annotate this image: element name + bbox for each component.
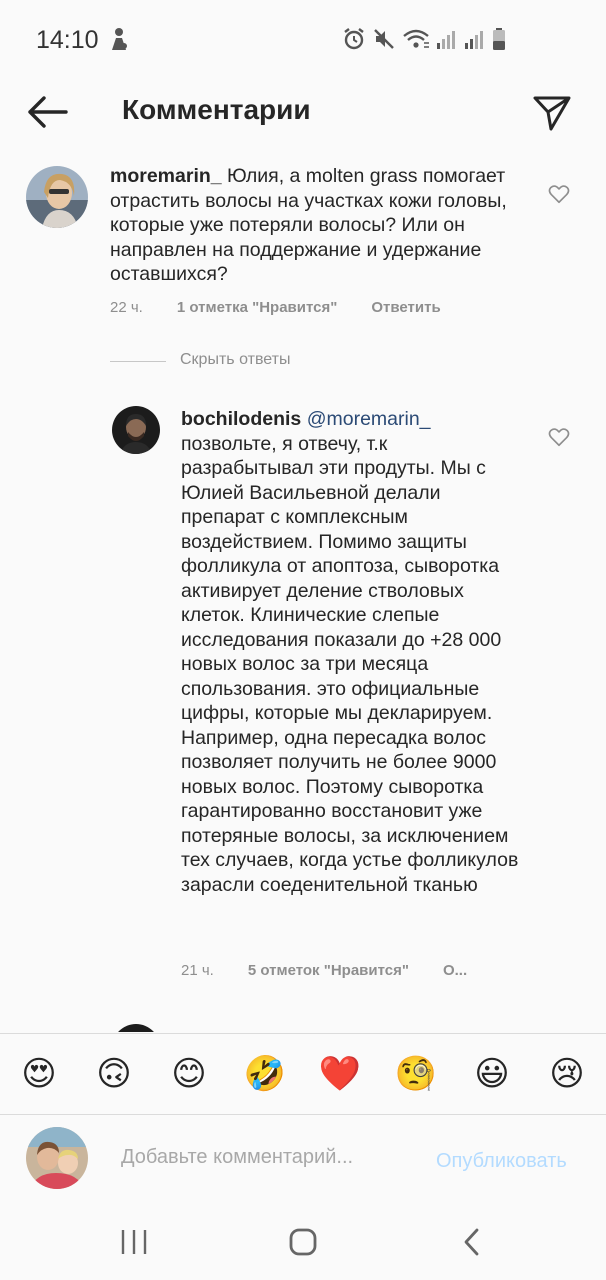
emoji-red-heart[interactable]: ❤️ [318, 1052, 362, 1096]
reply-meta: 21 ч. 5 отметок "Нравится" О... [181, 962, 467, 979]
comment-likes[interactable]: 1 отметка "Нравится" [177, 299, 338, 316]
share-button[interactable] [532, 92, 572, 132]
back-button[interactable] [24, 94, 70, 130]
emoji-heart-eyes[interactable]: 😍 [17, 1052, 61, 1096]
comment-text: moremarin_ Юлия, а molten grass помогает… [110, 164, 530, 287]
reply-username[interactable]: bochilodenis [181, 408, 301, 430]
recent-apps-icon [121, 1230, 147, 1254]
chevron-left-icon [464, 1228, 479, 1256]
comment-username[interactable]: moremarin_ [110, 165, 222, 187]
signal-icon [437, 31, 455, 49]
emoji-reaction-bar: 😍 🙃 😊 🤣 ❤️ 🧐 😃 😢 [0, 1033, 606, 1115]
signal-icon-2 [465, 31, 483, 49]
emoji-smiling[interactable]: 😊 [167, 1052, 211, 1096]
comment-input[interactable] [121, 1146, 411, 1169]
notification-icon [108, 26, 130, 57]
page-title: Комментарии [122, 94, 311, 125]
emoji-monocle[interactable]: 🧐 [394, 1052, 438, 1096]
reply-body: позвольте, я отвечу, т.к разрабытывал эт… [181, 432, 519, 896]
reply-button[interactable]: Ответить [371, 299, 440, 316]
divider [110, 361, 166, 362]
arrow-left-icon [28, 96, 68, 128]
emoji-rofl[interactable]: 🤣 [243, 1052, 287, 1096]
reply-text: bochilodenis @moremarin_ позвольте, я от… [181, 407, 521, 897]
recent-apps-button[interactable] [114, 1222, 154, 1262]
my-avatar [26, 1127, 88, 1189]
avatar[interactable] [112, 406, 160, 454]
mention-link[interactable]: @moremarin_ [307, 408, 431, 430]
comment-composer: Опубликовать [0, 1116, 606, 1200]
status-icons [342, 27, 506, 51]
home-button[interactable] [283, 1222, 323, 1262]
home-icon [289, 1228, 317, 1256]
battery-icon [493, 28, 505, 50]
like-heart-icon[interactable] [548, 426, 570, 448]
comments-list[interactable]: moremarin_ Юлия, а molten grass помогает… [0, 150, 606, 1032]
emoji-grinning[interactable]: 😃 [470, 1052, 514, 1096]
reply-time: 21 ч. [181, 962, 214, 979]
like-heart-icon[interactable] [548, 183, 570, 205]
status-bar: 14:10 [0, 0, 606, 80]
hide-replies-button[interactable]: Скрыть ответы [180, 351, 290, 369]
comment-meta: 22 ч. 1 отметка "Нравится" Ответить [110, 299, 441, 316]
back-nav-button[interactable] [452, 1222, 492, 1262]
alarm-icon [344, 28, 364, 50]
status-time: 14:10 [36, 26, 99, 54]
mute-icon [374, 29, 394, 49]
paper-plane-icon [533, 96, 571, 131]
header: Комментарии [0, 80, 606, 144]
emoji-upside-down[interactable]: 🙃 [92, 1052, 136, 1096]
avatar[interactable] [26, 166, 88, 228]
avatar[interactable] [112, 1024, 160, 1032]
wifi-icon [403, 29, 429, 48]
comment-time: 22 ч. [110, 299, 143, 316]
publish-button[interactable]: Опубликовать [436, 1150, 567, 1173]
reply-likes[interactable]: 5 отметок "Нравится" [248, 962, 409, 979]
emoji-crying[interactable]: 😢 [545, 1052, 589, 1096]
reply-button[interactable]: О... [443, 962, 467, 979]
system-navigation-bar [0, 1200, 606, 1280]
